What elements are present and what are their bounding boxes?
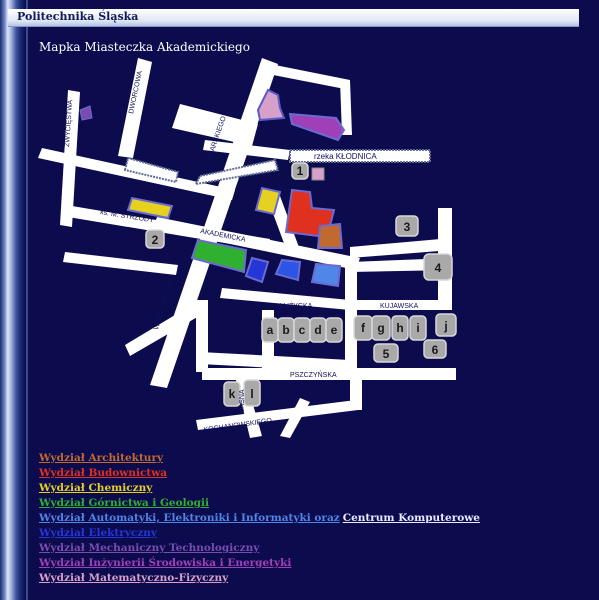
- legend-row: Wydział Inżynierii Środowiska i Energety…: [39, 556, 480, 571]
- legend-row: Wydział Chemiczny: [39, 481, 480, 496]
- building-small-purple[interactable]: [79, 105, 93, 121]
- legend-row: Wydział Elektryczny: [39, 526, 480, 541]
- block-label-d: d: [314, 323, 321, 337]
- road-north-east: [268, 64, 350, 90]
- block-label-h: h: [396, 321, 403, 335]
- block-label-5: 5: [383, 347, 390, 361]
- legend-link-elektryczny[interactable]: Wydział Elektryczny: [39, 527, 157, 539]
- legend-link-centrum-komputerowe[interactable]: Centrum Komputerowe: [343, 512, 480, 524]
- legend-link-chemiczny[interactable]: Wydział Chemiczny: [39, 482, 152, 494]
- block-label-g: g: [377, 321, 384, 335]
- building-automatyki-2[interactable]: [310, 262, 342, 288]
- legend-row: Wydział Górnictwa i Geologii: [39, 496, 480, 511]
- faculty-legend: Wydział Architektury Wydział Budownictwa…: [39, 451, 480, 586]
- building-small-pink[interactable]: [311, 167, 325, 181]
- block-label-l: l: [250, 387, 253, 401]
- legend-row: Wydział Matematyczno-Fizyczny: [39, 571, 480, 586]
- road-west-short: [63, 252, 178, 275]
- block-label-j: j: [443, 319, 447, 333]
- road-right-down: [350, 372, 362, 410]
- legend-link-inzynierii[interactable]: Wydział Inżynierii Środowiska i Energety…: [39, 557, 291, 569]
- block-label-c: c: [299, 323, 306, 337]
- block-label-6: 6: [432, 343, 439, 357]
- street-label-pszczynska: PSZCZYŃSKA: [290, 370, 337, 379]
- legend-row: Wydział Budownictwa: [39, 466, 480, 481]
- building-automatyki-1[interactable]: [274, 258, 302, 282]
- street-label-luzycka: ŁUŻYCKA: [280, 301, 313, 310]
- legend-row: Wydział Architektury: [39, 451, 480, 466]
- street-label-klodnica: rzeka KŁODNICA: [314, 152, 377, 161]
- block-label-a: a: [267, 323, 274, 337]
- street-label-kujawska: KUJAWSKA: [380, 303, 419, 310]
- building-elektryczny[interactable]: [244, 256, 270, 284]
- legend-row: Wydział Automatyki, Elektroniki i Inform…: [39, 511, 480, 526]
- legend-link-gornictwa[interactable]: Wydział Górnictwa i Geologii: [39, 497, 209, 509]
- building-inzynierii-srodowiska[interactable]: [288, 112, 346, 142]
- block-label-3: 3: [404, 220, 411, 234]
- block-label-1: 1: [297, 164, 304, 178]
- block-label-b: b: [282, 323, 289, 337]
- legend-link-matematyczno-fizyczny[interactable]: Wydział Matematyczno-Fizyczny: [39, 572, 228, 584]
- legend-link-mechaniczny[interactable]: Wydział Mechaniczny Technologiczny: [39, 542, 259, 554]
- legend-row: Wydział Mechaniczny Technologiczny: [39, 541, 480, 556]
- block-label-i: i: [416, 321, 419, 335]
- block-label-k: k: [229, 387, 236, 401]
- legend-link-automatyki[interactable]: Wydział Automatyki, Elektroniki i Inform…: [39, 512, 340, 524]
- building-architektury[interactable]: [316, 222, 344, 249]
- block-label-e: e: [331, 323, 338, 337]
- block-label-4: 4: [435, 261, 442, 275]
- legend-link-budownictwa[interactable]: Wydział Budownictwa: [39, 467, 167, 479]
- legend-link-architektury[interactable]: Wydział Architektury: [39, 452, 163, 464]
- street-label-jasna: JASNA: [239, 389, 246, 412]
- block-label-2: 2: [152, 233, 159, 247]
- road-east-vertical: [345, 258, 357, 374]
